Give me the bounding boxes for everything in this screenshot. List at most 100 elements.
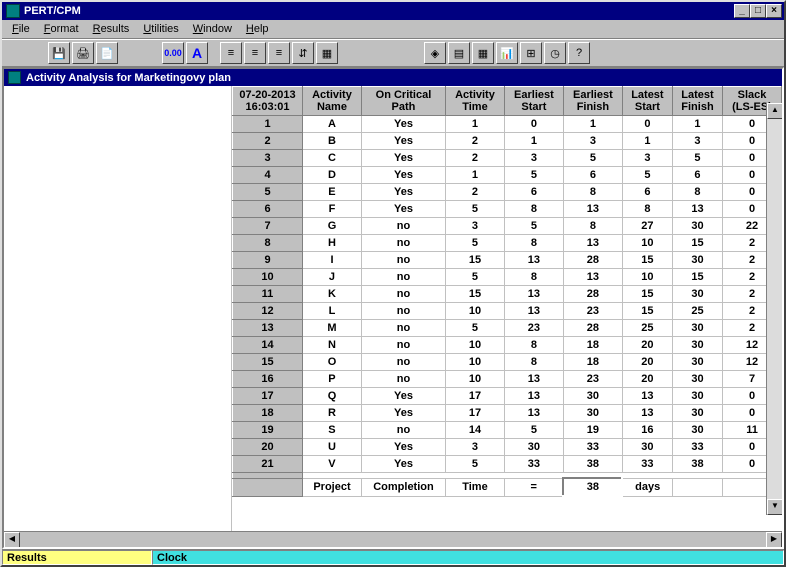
cell[interactable]: Yes — [361, 439, 445, 456]
cell[interactable]: 8 — [504, 269, 563, 286]
cell[interactable]: 13 — [504, 286, 563, 303]
cell[interactable]: R — [303, 405, 362, 422]
chart-diamond-icon[interactable]: ◈ — [424, 42, 446, 64]
table-row[interactable]: 12Lno10132315252 — [233, 303, 782, 320]
cell[interactable]: G — [303, 218, 362, 235]
table-row[interactable]: 10Jno581310152 — [233, 269, 782, 286]
cell[interactable]: 13 — [622, 405, 672, 422]
cell[interactable]: 1 — [446, 167, 505, 184]
table-row[interactable]: 3CYes235350 — [233, 150, 782, 167]
row-number[interactable]: 21 — [233, 456, 303, 473]
cell[interactable]: 5 — [622, 167, 672, 184]
print-preview-icon[interactable]: 📄 — [96, 42, 118, 64]
cell[interactable]: 33 — [672, 439, 722, 456]
cell[interactable]: 15 — [622, 303, 672, 320]
cell[interactable]: Yes — [361, 388, 445, 405]
row-number[interactable]: 14 — [233, 337, 303, 354]
cell[interactable]: 23 — [504, 320, 563, 337]
cell[interactable]: 28 — [563, 286, 622, 303]
cell[interactable]: 6 — [563, 167, 622, 184]
menu-results[interactable]: Results — [87, 22, 136, 36]
cell[interactable]: 8 — [504, 354, 563, 371]
cell[interactable]: 13 — [622, 388, 672, 405]
cell[interactable]: D — [303, 167, 362, 184]
cell[interactable]: Yes — [361, 405, 445, 422]
row-number[interactable]: 17 — [233, 388, 303, 405]
cell[interactable]: P — [303, 371, 362, 388]
cell[interactable]: 28 — [563, 320, 622, 337]
row-number[interactable]: 16 — [233, 371, 303, 388]
cell[interactable]: 13 — [504, 303, 563, 320]
table-row[interactable]: 7Gno358273022 — [233, 218, 782, 235]
cell[interactable]: 5 — [563, 150, 622, 167]
cell[interactable]: C — [303, 150, 362, 167]
col-ef[interactable]: EarliestFinish — [563, 87, 622, 116]
cell[interactable]: 8 — [504, 337, 563, 354]
cell[interactable]: U — [303, 439, 362, 456]
cell[interactable]: 3 — [563, 133, 622, 150]
cell[interactable]: 18 — [563, 337, 622, 354]
cell[interactable]: Q — [303, 388, 362, 405]
row-number[interactable]: 18 — [233, 405, 303, 422]
decimal-icon[interactable]: 0.00 — [162, 42, 184, 64]
cell[interactable]: 10 — [446, 354, 505, 371]
cell[interactable]: no — [361, 218, 445, 235]
close-button[interactable]: × — [766, 4, 782, 18]
cell[interactable]: 1 — [563, 116, 622, 133]
cell[interactable]: 3 — [446, 218, 505, 235]
cell[interactable]: 2 — [446, 184, 505, 201]
cell[interactable]: 15 — [622, 252, 672, 269]
cell[interactable]: 0 — [504, 116, 563, 133]
align-center-icon[interactable]: ≡ — [244, 42, 266, 64]
cell[interactable]: 28 — [563, 252, 622, 269]
column-icon[interactable]: ⇵ — [292, 42, 314, 64]
table-row[interactable]: 21VYes5333833380 — [233, 456, 782, 473]
scroll-left-button[interactable]: ◀ — [4, 532, 20, 548]
col-ls[interactable]: LatestStart — [622, 87, 672, 116]
cell[interactable]: 30 — [672, 354, 722, 371]
align-right-icon[interactable]: ≡ — [268, 42, 290, 64]
cell[interactable]: 20 — [622, 337, 672, 354]
cell[interactable]: N — [303, 337, 362, 354]
table-green-icon[interactable]: ▦ — [472, 42, 494, 64]
scroll-right-button[interactable]: ▶ — [766, 532, 782, 548]
cell[interactable]: 10 — [446, 371, 505, 388]
cell[interactable]: E — [303, 184, 362, 201]
cell[interactable]: 8 — [504, 235, 563, 252]
cell[interactable]: 5 — [504, 422, 563, 439]
cell[interactable]: M — [303, 320, 362, 337]
col-stamp[interactable]: 07-20-201316:03:01 — [233, 87, 303, 116]
cell[interactable]: no — [361, 286, 445, 303]
row-number[interactable]: 12 — [233, 303, 303, 320]
cell[interactable]: 5 — [446, 456, 505, 473]
cell[interactable]: Yes — [361, 456, 445, 473]
row-number[interactable]: 7 — [233, 218, 303, 235]
table-row[interactable]: 11Kno15132815302 — [233, 286, 782, 303]
cell[interactable]: Yes — [361, 201, 445, 218]
grid-icon[interactable]: ▦ — [316, 42, 338, 64]
cell[interactable]: 30 — [672, 405, 722, 422]
cell[interactable]: 15 — [672, 235, 722, 252]
cell[interactable]: 30 — [672, 371, 722, 388]
cell[interactable]: 15 — [446, 286, 505, 303]
cell[interactable]: 5 — [446, 235, 505, 252]
cell[interactable]: no — [361, 269, 445, 286]
table-row[interactable]: 9Ino15132815302 — [233, 252, 782, 269]
cell[interactable]: J — [303, 269, 362, 286]
cell[interactable]: 5 — [504, 167, 563, 184]
cell[interactable]: 8 — [563, 218, 622, 235]
table-row[interactable]: 4DYes156560 — [233, 167, 782, 184]
scroll-down-button[interactable]: ▼ — [767, 499, 782, 515]
cell[interactable]: 17 — [446, 405, 505, 422]
cell[interactable]: 6 — [504, 184, 563, 201]
cell[interactable]: 17 — [446, 388, 505, 405]
cell[interactable]: K — [303, 286, 362, 303]
cell[interactable]: 10 — [446, 303, 505, 320]
cell[interactable]: 5 — [504, 218, 563, 235]
cell[interactable]: 30 — [672, 252, 722, 269]
table-row[interactable]: 17QYes17133013300 — [233, 388, 782, 405]
cell[interactable]: 33 — [563, 439, 622, 456]
cell[interactable]: 20 — [622, 371, 672, 388]
table-row[interactable]: 15Ono10818203012 — [233, 354, 782, 371]
cell[interactable]: 13 — [672, 201, 722, 218]
